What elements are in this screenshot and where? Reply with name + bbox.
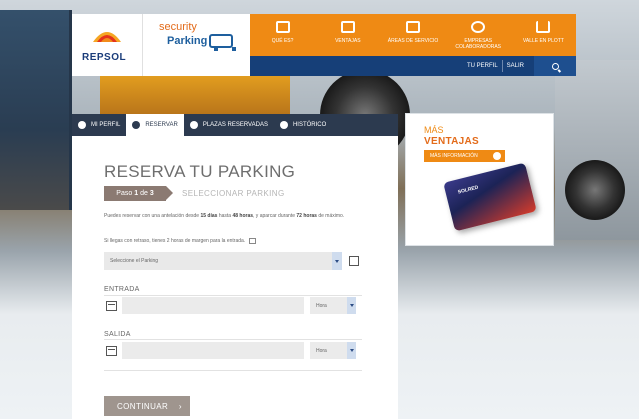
more-info-label: MÁS INFORMACIÓN [430,153,478,159]
nav-item-valle[interactable]: VALLE EN PLOTT [511,14,576,56]
tab-label: MI PERFIL [91,122,121,128]
search-icon [551,62,559,70]
arrow-circle-icon [493,152,501,160]
repsol-logo[interactable]: REPSOL [72,14,142,76]
step-arrow [166,186,173,200]
intro-text: hasta [218,213,232,219]
card-label: SOLRED [457,184,479,196]
logo-security-text: security [159,21,197,33]
repsol-wordmark: REPSOL [82,52,127,63]
time-select-value: Hora [316,302,327,309]
security-parking-logo[interactable]: security Parking [142,14,250,76]
late-notice-text: Si llegas con retraso, tienes 2 horas de… [104,238,246,244]
tri [349,349,354,352]
nav-label: VALLE EN PLOTT [522,38,564,44]
entrada-time-select[interactable]: Hora [310,297,356,314]
reservation-intro: Puedes reservar con una antelación desde… [104,212,374,220]
repsol-sun-icon [93,32,121,42]
logo-parking-text: Parking [167,35,208,47]
logout-link[interactable]: SALIR [503,63,528,69]
continue-label: CONTINUAR [117,401,169,411]
step-prefix: Paso [116,190,133,197]
background-truck-left [0,10,72,210]
tab-label: HISTÓRICO [292,122,327,128]
background-wheel [565,160,625,220]
tab-reservar[interactable]: RESERVAR [126,114,184,136]
chevron-down-icon[interactable] [347,342,356,359]
nav-label: ÁREAS DE SERVICIO [387,38,439,44]
parking-car-icon [209,34,236,51]
step-total: 3 [149,190,154,197]
more-info-button[interactable]: MÁS INFORMACIÓN [424,150,505,162]
account-bar: TU PERFIL SALIR [250,56,576,76]
map-icon[interactable] [349,256,359,266]
parking-select-value: Seleccione el Parking [110,258,159,264]
salida-time-select[interactable]: Hora [310,342,356,359]
step-label: SELECCIONAR PARKING [182,189,285,198]
solred-card-image: SOLRED [443,162,537,232]
promo-line2: VENTAJAS [424,136,480,147]
chevron-right-icon: › [178,402,182,411]
intro-bold: 48 horas [232,213,254,219]
account-links: TU PERFIL SALIR [463,56,576,76]
info-icon[interactable] [249,238,257,244]
reservation-card: RESERVA TU PARKING Paso 1 de 3 SELECCION… [72,136,398,419]
step-indicator: Paso 1 de 3 [104,186,166,201]
divider [104,339,362,340]
tab-label: RESERVAR [145,122,178,128]
chevron-down-icon[interactable] [347,297,356,314]
step-current: 1 [134,190,139,197]
profile-link[interactable]: TU PERFIL [463,63,502,69]
truck-icon [275,21,290,33]
tab-bullet-icon [78,121,86,129]
parking-select[interactable]: Seleccione el Parking [104,252,342,270]
page-title: RESERVA TU PARKING [104,162,296,181]
nav-label: EMPRESAS COLABORADORAS [455,38,501,50]
nav-item-ventajas[interactable]: VENTAJAS [315,14,380,56]
road-icon [536,21,551,33]
tri [335,259,339,263]
nav-item-que-es[interactable]: QUÉ ES? [250,14,315,56]
intro-text: de máximo. [318,213,345,219]
intro-bold: 72 horas [296,213,317,219]
divider [104,295,362,296]
truck-side-icon [340,21,355,33]
salida-date-field[interactable] [122,342,304,359]
tab-bullet-icon [132,121,141,129]
promo-card: MÁS VENTAJAS MÁS INFORMACIÓN SOLRED [405,113,554,246]
time-select-value: Hora [316,347,327,354]
fuel-pump-icon [406,21,420,33]
nav-item-empresas[interactable]: EMPRESAS COLABORADORAS [446,14,511,56]
nav-label: VENTAJAS [335,38,361,44]
intro-bold: 15 días [200,213,218,219]
profile-tabs: MI PERFIL RESERVAR PLAZAS RESERVADAS HIS… [72,114,398,136]
intro-text: Puedes reservar con una antelación desde [104,213,200,219]
entrada-date-field[interactable] [122,297,304,314]
calendar-icon[interactable] [106,301,117,311]
tab-bullet-icon [279,121,288,129]
tri [349,304,354,307]
divider [104,370,362,371]
main-nav: QUÉ ES? VENTAJAS ÁREAS DE SERVICIO EMPRE… [250,14,576,56]
step-of: de [140,190,148,197]
background-truck-cargo [100,70,290,115]
lifebuoy-icon [471,21,486,33]
chevron-down-icon[interactable] [332,252,342,270]
tab-bullet-icon [189,121,198,129]
late-notice: Si llegas con retraso, tienes 2 horas de… [104,238,257,244]
intro-text: , y aparcar durante [253,213,295,219]
site-header: REPSOL security Parking QUÉ ES? VENTAJAS… [72,14,576,76]
nav-label: QUÉ ES? [271,38,294,44]
promo-line1: MÁS [424,125,444,135]
entrada-label: ENTRADA [104,286,140,293]
nav-item-areas[interactable]: ÁREAS DE SERVICIO [380,14,445,56]
calendar-icon[interactable] [106,346,117,356]
continue-button[interactable]: CONTINUAR › [104,396,190,416]
tab-historico[interactable]: HISTÓRICO [274,114,332,136]
search-button[interactable] [534,56,576,76]
salida-label: SALIDA [104,331,131,338]
tab-mi-perfil[interactable]: MI PERFIL [72,114,126,136]
tab-plazas-reservadas[interactable]: PLAZAS RESERVADAS [184,114,274,136]
tab-label: PLAZAS RESERVADAS [202,122,268,128]
